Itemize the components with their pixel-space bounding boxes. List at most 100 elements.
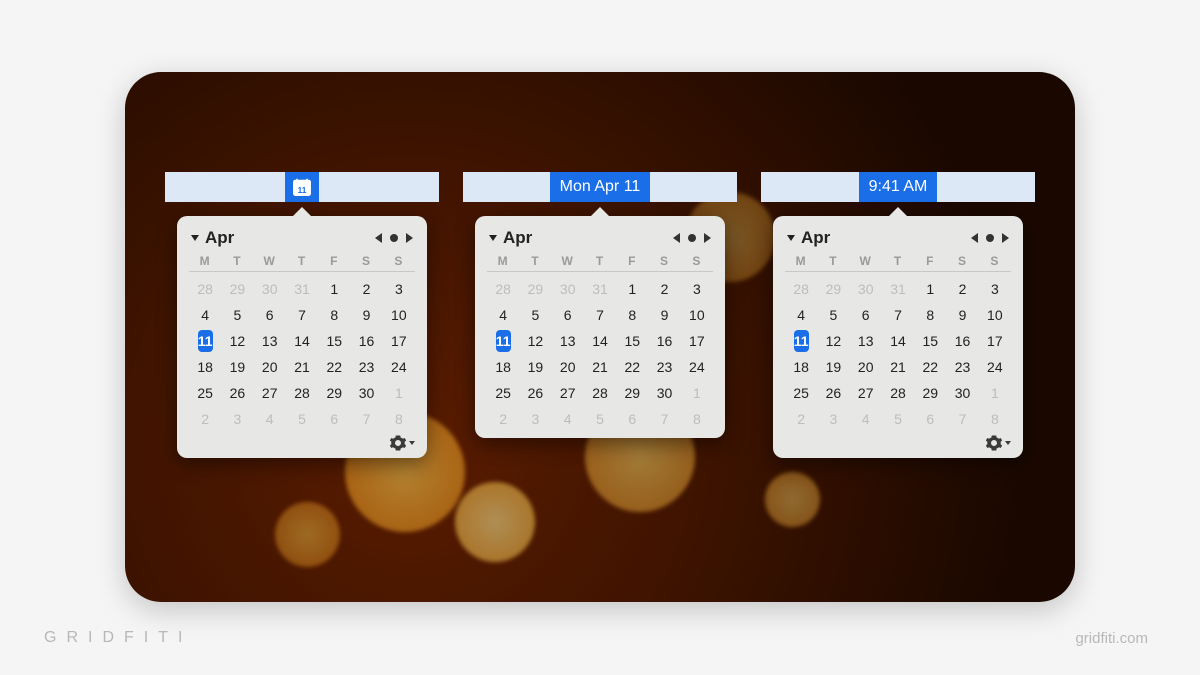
day-cell[interactable]: 13: [552, 330, 584, 352]
day-cell[interactable]: 9: [946, 304, 978, 326]
day-cell[interactable]: 18: [487, 356, 519, 378]
day-cell[interactable]: 6: [552, 304, 584, 326]
gear-icon[interactable]: [389, 434, 407, 452]
day-cell[interactable]: 8: [616, 304, 648, 326]
day-cell[interactable]: 7: [882, 304, 914, 326]
day-cell[interactable]: 9: [350, 304, 382, 326]
day-cell[interactable]: 6: [850, 304, 882, 326]
day-cell[interactable]: 2: [487, 408, 519, 430]
day-cell[interactable]: 23: [350, 356, 382, 378]
day-cell[interactable]: 15: [616, 330, 648, 352]
day-cell[interactable]: 10: [681, 304, 713, 326]
day-cell[interactable]: 2: [189, 408, 221, 430]
day-cell[interactable]: 8: [681, 408, 713, 430]
day-cell[interactable]: 19: [519, 356, 551, 378]
day-cell[interactable]: 7: [946, 408, 978, 430]
day-cell[interactable]: 2: [785, 408, 817, 430]
day-cell[interactable]: 7: [286, 304, 318, 326]
day-cell[interactable]: 29: [616, 382, 648, 404]
day-cell[interactable]: 16: [648, 330, 680, 352]
month-selector[interactable]: Apr: [787, 228, 830, 248]
day-cell[interactable]: 2: [648, 278, 680, 300]
day-cell[interactable]: 5: [221, 304, 253, 326]
day-cell[interactable]: 12: [519, 330, 551, 352]
day-cell[interactable]: 28: [286, 382, 318, 404]
day-cell[interactable]: 17: [979, 330, 1011, 352]
day-cell[interactable]: 23: [946, 356, 978, 378]
day-cell[interactable]: 18: [189, 356, 221, 378]
day-cell[interactable]: 26: [519, 382, 551, 404]
day-cell[interactable]: 19: [221, 356, 253, 378]
day-cell[interactable]: 4: [850, 408, 882, 430]
day-cell[interactable]: 19: [817, 356, 849, 378]
menubar-icon-item[interactable]: 11: [285, 172, 319, 202]
day-cell[interactable]: 8: [914, 304, 946, 326]
day-cell[interactable]: 2: [350, 278, 382, 300]
day-cell-today[interactable]: 11: [794, 330, 809, 352]
next-month-button[interactable]: [704, 233, 711, 243]
day-cell[interactable]: 6: [254, 304, 286, 326]
day-cell[interactable]: 28: [584, 382, 616, 404]
day-cell[interactable]: 17: [681, 330, 713, 352]
next-month-button[interactable]: [406, 233, 413, 243]
day-cell[interactable]: 30: [648, 382, 680, 404]
day-cell[interactable]: 12: [221, 330, 253, 352]
day-cell[interactable]: 30: [850, 278, 882, 300]
day-cell[interactable]: 3: [817, 408, 849, 430]
day-cell[interactable]: 5: [519, 304, 551, 326]
next-month-button[interactable]: [1002, 233, 1009, 243]
day-cell[interactable]: 22: [914, 356, 946, 378]
day-cell[interactable]: 1: [318, 278, 350, 300]
menubar-date-item[interactable]: Mon Apr 11: [550, 172, 651, 202]
day-cell[interactable]: 8: [318, 304, 350, 326]
day-cell[interactable]: 15: [318, 330, 350, 352]
day-cell[interactable]: 4: [785, 304, 817, 326]
day-cell[interactable]: 3: [221, 408, 253, 430]
day-cell[interactable]: 2: [946, 278, 978, 300]
day-cell[interactable]: 8: [979, 408, 1011, 430]
day-cell[interactable]: 3: [383, 278, 415, 300]
day-cell[interactable]: 1: [383, 382, 415, 404]
month-selector[interactable]: Apr: [489, 228, 532, 248]
day-cell[interactable]: 8: [383, 408, 415, 430]
day-cell[interactable]: 4: [254, 408, 286, 430]
prev-month-button[interactable]: [673, 233, 680, 243]
day-cell[interactable]: 5: [817, 304, 849, 326]
prev-month-button[interactable]: [375, 233, 382, 243]
day-cell[interactable]: 29: [519, 278, 551, 300]
day-cell[interactable]: 7: [648, 408, 680, 430]
calendar-icon[interactable]: 11: [292, 177, 312, 197]
day-cell[interactable]: 5: [584, 408, 616, 430]
day-cell[interactable]: 25: [487, 382, 519, 404]
settings-button[interactable]: [389, 434, 415, 452]
month-selector[interactable]: Apr: [191, 228, 234, 248]
day-cell[interactable]: 18: [785, 356, 817, 378]
day-cell[interactable]: 22: [318, 356, 350, 378]
gear-icon[interactable]: [985, 434, 1003, 452]
today-button[interactable]: [390, 234, 398, 242]
day-cell[interactable]: 28: [487, 278, 519, 300]
day-cell[interactable]: 21: [882, 356, 914, 378]
day-cell[interactable]: 29: [221, 278, 253, 300]
day-cell[interactable]: 31: [882, 278, 914, 300]
day-cell[interactable]: 14: [584, 330, 616, 352]
day-cell[interactable]: 30: [552, 278, 584, 300]
day-cell[interactable]: 9: [648, 304, 680, 326]
day-cell[interactable]: 28: [189, 278, 221, 300]
day-cell[interactable]: 20: [254, 356, 286, 378]
menubar-time-item[interactable]: 9:41 AM: [859, 172, 938, 202]
day-cell[interactable]: 6: [616, 408, 648, 430]
day-cell[interactable]: 13: [254, 330, 286, 352]
day-cell[interactable]: 1: [681, 382, 713, 404]
prev-month-button[interactable]: [971, 233, 978, 243]
day-cell[interactable]: 6: [914, 408, 946, 430]
day-cell[interactable]: 28: [785, 278, 817, 300]
day-cell[interactable]: 4: [189, 304, 221, 326]
day-cell[interactable]: 24: [681, 356, 713, 378]
day-cell[interactable]: 21: [584, 356, 616, 378]
day-cell[interactable]: 3: [979, 278, 1011, 300]
day-cell[interactable]: 24: [979, 356, 1011, 378]
day-cell[interactable]: 13: [850, 330, 882, 352]
day-cell[interactable]: 30: [350, 382, 382, 404]
day-cell[interactable]: 14: [882, 330, 914, 352]
